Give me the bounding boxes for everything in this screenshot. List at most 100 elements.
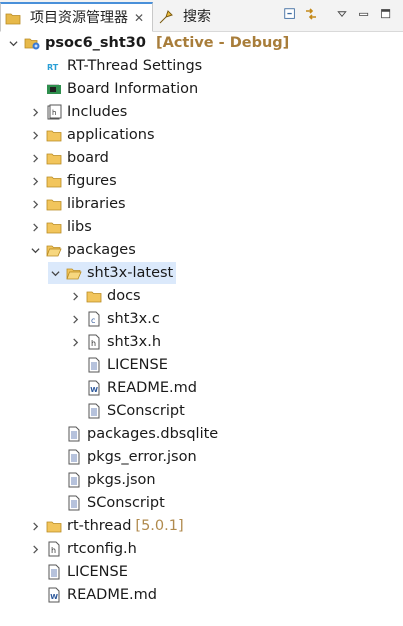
project-icon <box>24 35 40 51</box>
text-file-icon <box>46 564 62 580</box>
tree-item-applications[interactable]: applications <box>28 124 155 146</box>
chevron-down-icon[interactable] <box>48 262 62 284</box>
text-file-icon <box>66 495 82 511</box>
tree-item-label: board <box>67 150 109 166</box>
tree-item-sht3x-c[interactable]: c sht3x.c <box>68 308 160 330</box>
tree-item-board-information[interactable]: Board Information <box>28 78 198 100</box>
markdown-file-icon: W <box>46 587 62 603</box>
minimize-icon[interactable] <box>354 4 374 24</box>
chevron-right-icon[interactable] <box>28 170 42 192</box>
maximize-icon[interactable] <box>376 4 396 24</box>
tree-item-label: sht3x.h <box>107 334 162 350</box>
tree-item-label: SConscript <box>87 495 165 511</box>
tree-item-label: figures <box>67 173 117 189</box>
project-name: psoc6_sht30 <box>45 35 146 51</box>
chevron-right-icon[interactable] <box>28 193 42 215</box>
search-tool-icon <box>158 9 174 25</box>
chevron-right-icon[interactable] <box>68 285 82 307</box>
project-status: [Active - Debug] <box>155 35 290 51</box>
folder-icon <box>46 150 62 166</box>
chevron-right-icon[interactable] <box>28 101 42 123</box>
tab-project-explorer-label: 项目资源管理器 <box>30 9 128 26</box>
tree-item-label: pkgs.json <box>87 472 156 488</box>
tree-item-pkgs-error-json[interactable]: pkgs_error.json <box>48 446 197 468</box>
text-file-icon <box>66 449 82 465</box>
tree-item-label: SConscript <box>107 403 185 419</box>
tree-item-label: pkgs_error.json <box>87 449 197 465</box>
tree-item-sconscript[interactable]: SConscript <box>68 400 185 422</box>
chevron-right-icon[interactable] <box>28 147 42 169</box>
tree-item-figures[interactable]: figures <box>28 170 117 192</box>
tree-item-label: libs <box>67 219 92 235</box>
tree-item-pkgs-json[interactable]: pkgs.json <box>48 469 156 491</box>
markdown-file-icon: W <box>86 380 102 396</box>
tab-search-label: 搜索 <box>183 9 211 25</box>
tree-item-label: rtconfig.h <box>67 541 137 557</box>
folder-icon <box>46 127 62 143</box>
folder-icon <box>86 288 102 304</box>
folder-open-icon <box>66 265 82 281</box>
chevron-right-icon[interactable] <box>68 308 82 330</box>
tab-project-explorer[interactable]: 项目资源管理器 ✕ <box>0 2 153 32</box>
tree-item-rt-thread[interactable]: rt-thread [5.0.1] <box>28 515 184 537</box>
tree-item-label: README.md <box>107 380 197 396</box>
tree-item-label: RT-Thread Settings <box>67 58 203 74</box>
svg-text:W: W <box>50 593 58 601</box>
svg-text:h: h <box>91 339 96 348</box>
tree-item-includes[interactable]: h Includes <box>28 101 127 123</box>
rtthread-settings-icon: RT <box>46 58 62 74</box>
tree-item-label: packages <box>67 242 136 258</box>
tree-item-readme-root[interactable]: W README.md <box>28 584 157 606</box>
chevron-right-icon[interactable] <box>28 538 42 560</box>
svg-text:RT: RT <box>47 63 59 72</box>
tree-item-license[interactable]: LICENSE <box>68 354 168 376</box>
chevron-right-icon[interactable] <box>28 124 42 146</box>
text-file-icon <box>66 426 82 442</box>
folder-icon <box>46 219 62 235</box>
tree-item-rtthread-settings[interactable]: RT RT-Thread Settings <box>28 55 202 77</box>
tree-item-license-root[interactable]: LICENSE <box>28 561 128 583</box>
tree-item-libraries[interactable]: libraries <box>28 193 126 215</box>
tree-item-libs[interactable]: libs <box>28 216 92 238</box>
collapse-all-icon[interactable] <box>280 4 300 24</box>
close-icon[interactable]: ✕ <box>134 11 144 25</box>
h-file-icon: h <box>46 541 62 557</box>
chevron-right-icon[interactable] <box>28 216 42 238</box>
tree-item-sht3x-latest[interactable]: sht3x-latest <box>48 262 177 284</box>
tree-item-packages[interactable]: packages <box>28 239 136 261</box>
tab-search[interactable]: 搜索 <box>154 2 220 32</box>
tree-item-label: libraries <box>67 196 126 212</box>
tree-item-packages-dbsqlite[interactable]: packages.dbsqlite <box>48 423 218 445</box>
svg-text:h: h <box>51 546 56 555</box>
view-menu-icon[interactable] <box>332 4 352 24</box>
version-badge: [5.0.1] <box>135 518 184 534</box>
link-with-editor-icon[interactable] <box>301 4 321 24</box>
tree-item-label: docs <box>107 288 141 304</box>
folder-icon <box>46 518 62 534</box>
text-file-icon <box>66 472 82 488</box>
chevron-right-icon[interactable] <box>28 515 42 537</box>
project-explorer-icon <box>5 10 21 26</box>
c-file-icon: c <box>86 311 102 327</box>
tree-item-board[interactable]: board <box>28 147 109 169</box>
includes-icon: h <box>46 104 62 120</box>
chevron-down-icon[interactable] <box>28 239 42 261</box>
chevron-right-icon[interactable] <box>68 331 82 353</box>
tree-item-docs[interactable]: docs <box>68 285 141 307</box>
tree-item-label: README.md <box>67 587 157 603</box>
chevron-down-icon[interactable] <box>6 32 20 54</box>
tree-item-label: Includes <box>67 104 128 120</box>
tree-item-sconscript-packages[interactable]: SConscript <box>48 492 165 514</box>
tree-item-readme[interactable]: W README.md <box>68 377 197 399</box>
tree-item-sht3x-h[interactable]: h sht3x.h <box>68 331 161 353</box>
tree-item-label: LICENSE <box>67 564 128 580</box>
tree-item-project[interactable]: psoc6_sht30 [Active - Debug] <box>6 32 289 54</box>
board-chip-icon <box>46 81 62 97</box>
tree-item-label: LICENSE <box>107 357 168 373</box>
text-file-icon <box>86 357 102 373</box>
svg-text:h: h <box>52 109 56 117</box>
tree-item-label: packages.dbsqlite <box>87 426 219 442</box>
folder-icon <box>46 196 62 212</box>
tree-item-rtconfig-h[interactable]: h rtconfig.h <box>28 538 137 560</box>
tree-item-label: sht3x-latest <box>87 265 174 281</box>
